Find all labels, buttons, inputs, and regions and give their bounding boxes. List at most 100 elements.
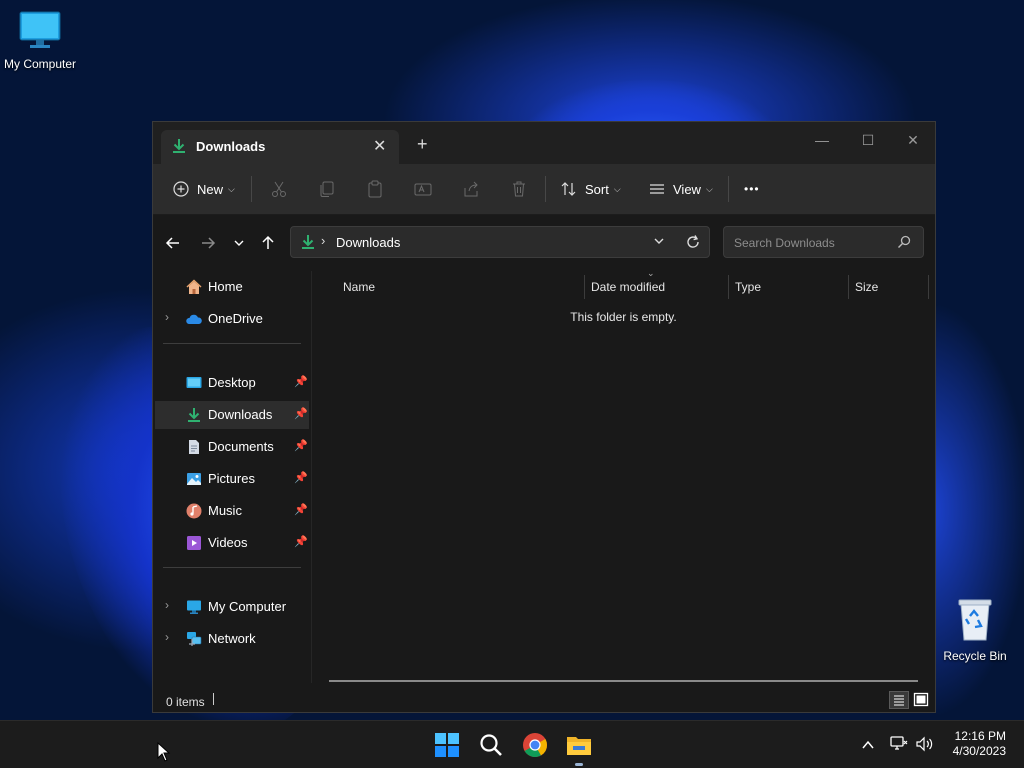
maximize-button[interactable]: ☐: [845, 126, 891, 154]
pin-icon[interactable]: 📌: [294, 439, 308, 452]
back-button[interactable]: [161, 231, 185, 255]
tiles-view-button[interactable]: [913, 692, 929, 711]
sidebar-item-label: OneDrive: [208, 311, 263, 326]
sidebar-item-label: Documents: [208, 439, 274, 454]
start-icon[interactable]: [433, 731, 461, 759]
sidebar-item-label: Desktop: [208, 375, 256, 390]
details-view-icon: [894, 695, 904, 706]
new-tab-button[interactable]: +: [417, 134, 428, 155]
view-icon: [649, 181, 665, 197]
recent-locations-button[interactable]: [227, 231, 251, 255]
tab-title: Downloads: [196, 139, 266, 154]
column-header-size[interactable]: Size: [855, 275, 878, 299]
mouse-cursor-icon: [157, 741, 171, 767]
volume-icon[interactable]: [915, 736, 935, 757]
file-list: Name ⌄ Date modified Type Size This fold…: [312, 268, 935, 682]
taskbar: 12:16 PM 4/30/2023: [0, 720, 1024, 768]
sidebar-item-music[interactable]: Music 📌: [155, 497, 309, 525]
search-icon[interactable]: [897, 235, 911, 254]
address-bar[interactable]: › Downloads: [290, 226, 710, 258]
arrow-left-icon: [165, 237, 179, 249]
title-bar[interactable]: Downloads ✕ + — ☐ ✕: [153, 122, 935, 164]
sidebar-item-documents[interactable]: Documents 📌: [155, 433, 309, 461]
chevron-down-icon: ⌵: [613, 183, 621, 194]
pin-icon[interactable]: 📌: [294, 535, 308, 548]
sidebar-item-desktop[interactable]: Desktop 📌: [155, 369, 309, 397]
sidebar-item-downloads[interactable]: Downloads 📌: [155, 401, 309, 429]
minimize-button[interactable]: —: [799, 126, 845, 154]
sort-button[interactable]: Sort ⌵: [561, 164, 621, 214]
desktop-icon-recycle-bin[interactable]: Recycle Bin: [935, 596, 1015, 663]
chevron-right-icon[interactable]: ›: [165, 630, 169, 644]
file-explorer-icon[interactable]: [565, 731, 593, 759]
forward-button[interactable]: [196, 231, 220, 255]
command-bar: New ⌵ Sort ⌵ View ⌵ •••: [153, 164, 935, 215]
sidebar-item-onedrive[interactable]: › OneDrive: [155, 305, 309, 333]
rename-icon: [414, 180, 432, 198]
breadcrumb-downloads[interactable]: Downloads: [336, 235, 400, 250]
sidebar-item-pictures[interactable]: Pictures 📌: [155, 465, 309, 493]
close-window-button[interactable]: ✕: [890, 126, 936, 154]
delete-button[interactable]: [510, 164, 528, 214]
column-header-date-modified[interactable]: Date modified: [591, 275, 665, 299]
paste-button[interactable]: [366, 164, 384, 214]
column-header-name[interactable]: Name: [343, 275, 375, 299]
tab-downloads[interactable]: Downloads ✕: [161, 130, 399, 164]
details-view-button[interactable]: [889, 691, 909, 709]
column-header-type[interactable]: Type: [735, 275, 761, 299]
chevron-up-icon: [862, 740, 874, 749]
cut-button[interactable]: [270, 164, 288, 214]
search-icon[interactable]: [477, 731, 505, 759]
sort-icon: [561, 181, 577, 197]
desktop-icon-my-computer[interactable]: My Computer: [0, 10, 80, 71]
file-explorer-window: Downloads ✕ + — ☐ ✕ New ⌵ Sort ⌵ View ⌵ …: [152, 121, 936, 713]
add-circle-icon: [173, 181, 189, 197]
search-input[interactable]: [732, 234, 896, 252]
share-icon: [462, 180, 480, 198]
chevron-down-icon: ⌵: [705, 183, 713, 194]
chrome-icon[interactable]: [521, 731, 549, 759]
address-dropdown-icon[interactable]: [653, 235, 665, 250]
sidebar-item-network[interactable]: › Network: [155, 625, 309, 653]
sidebar-item-my-computer[interactable]: › My Computer: [155, 593, 309, 621]
share-button[interactable]: [462, 164, 480, 214]
pin-icon[interactable]: 📌: [294, 503, 308, 516]
view-button[interactable]: View ⌵: [649, 164, 713, 214]
desktop-icon-label: My Computer: [3, 57, 77, 71]
pin-icon[interactable]: 📌: [294, 375, 308, 388]
rename-button[interactable]: [414, 164, 432, 214]
network-icon: [186, 631, 202, 647]
chevron-right-icon[interactable]: ›: [165, 310, 169, 324]
pin-icon[interactable]: 📌: [294, 407, 308, 420]
recycle-bin-icon: [935, 596, 1015, 645]
sidebar-item-home[interactable]: Home: [155, 273, 309, 301]
chevron-down-icon: ⌵: [228, 183, 235, 194]
clock-date: 4/30/2023: [952, 744, 1006, 758]
computer-icon: [0, 10, 80, 53]
pin-icon[interactable]: 📌: [294, 471, 308, 484]
chevron-right-icon[interactable]: ›: [165, 598, 169, 612]
empty-folder-message: This folder is empty.: [570, 310, 677, 324]
view-label: View: [673, 181, 701, 197]
new-button[interactable]: New ⌵: [173, 164, 235, 214]
copy-button[interactable]: [318, 164, 336, 214]
network-status-icon[interactable]: [890, 736, 908, 757]
more-options-button[interactable]: •••: [744, 164, 760, 214]
desktop-folder-icon: [186, 375, 202, 391]
close-tab-icon[interactable]: ✕: [373, 136, 386, 156]
chevron-down-icon: [234, 240, 244, 246]
computer-icon: [186, 599, 202, 615]
show-hidden-icons-button[interactable]: [861, 738, 875, 757]
sidebar-item-videos[interactable]: Videos 📌: [155, 529, 309, 557]
clock[interactable]: 12:16 PM 4/30/2023: [953, 729, 1006, 759]
cut-icon: [270, 180, 288, 198]
sort-label: Sort: [585, 181, 609, 197]
sidebar-item-label: My Computer: [208, 599, 287, 614]
navigation-pane: Home › OneDrive Desktop 📌 Downloads 📌 Do…: [153, 271, 311, 682]
up-button[interactable]: [256, 231, 280, 255]
sidebar-item-label: Music: [208, 503, 242, 518]
search-box[interactable]: [723, 226, 924, 258]
status-bar: 0 items: [153, 688, 935, 712]
horizontal-scrollbar[interactable]: [329, 680, 918, 682]
refresh-icon[interactable]: [685, 234, 701, 253]
